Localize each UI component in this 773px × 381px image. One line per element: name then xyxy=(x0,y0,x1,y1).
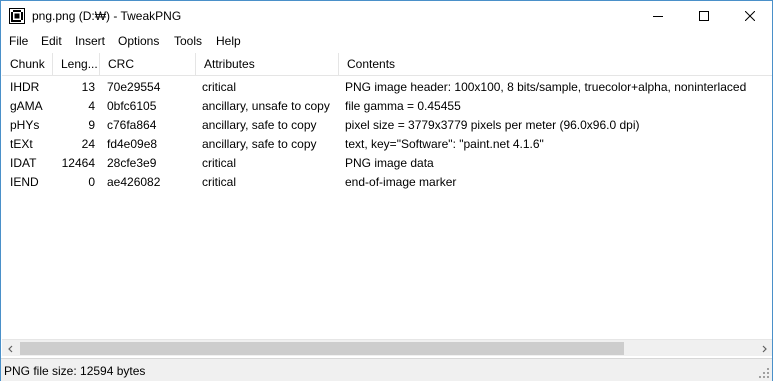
menu-help[interactable]: Help xyxy=(216,34,241,48)
scroll-right-arrow-icon xyxy=(762,345,767,352)
cell-attributes: critical xyxy=(202,80,237,94)
menu-insert[interactable]: Insert xyxy=(75,34,105,48)
scroll-right-button[interactable] xyxy=(755,340,772,357)
column-header-contents[interactable]: Contents xyxy=(339,53,772,76)
maximize-button[interactable] xyxy=(681,1,727,31)
menu-bar: File Edit Insert Options Tools Help xyxy=(1,31,772,51)
tweakpng-app-icon[interactable] xyxy=(9,8,25,24)
cell-crc: 28cfe3e9 xyxy=(107,156,157,170)
menu-options[interactable]: Options xyxy=(118,34,159,48)
cell-chunk: tEXt xyxy=(10,137,33,151)
cell-chunk: IEND xyxy=(10,175,39,189)
cell-length: 9 xyxy=(88,118,95,132)
cell-attributes: ancillary, safe to copy xyxy=(202,137,317,151)
cell-length: 24 xyxy=(81,137,95,151)
cell-chunk: gAMA xyxy=(10,99,43,113)
cell-attributes: ancillary, safe to copy xyxy=(202,118,317,132)
scroll-thumb[interactable] xyxy=(20,342,624,355)
cell-length: 12464 xyxy=(61,156,95,170)
cell-contents: end-of-image marker xyxy=(345,175,457,189)
title-bar[interactable]: png.png (D:₩) - TweakPNG xyxy=(1,1,772,31)
horizontal-scrollbar[interactable] xyxy=(2,339,772,356)
table-row[interactable]: gAMA 4 0bfc6105 ancillary, unsafe to copy fi… xyxy=(2,97,772,116)
menu-tools[interactable]: Tools xyxy=(174,34,202,48)
cell-length: 13 xyxy=(81,80,95,94)
window-title: png.png (D:₩) - TweakPNG xyxy=(32,9,182,23)
cell-crc: fd4e09e8 xyxy=(107,137,158,151)
cell-crc: ae426082 xyxy=(107,175,161,189)
minimize-icon xyxy=(653,16,663,17)
status-bar: PNG file size: 12594 bytes xyxy=(1,358,772,381)
close-button[interactable] xyxy=(727,1,773,31)
cell-chunk: pHYs xyxy=(10,118,40,132)
maximize-icon xyxy=(699,11,709,21)
cell-attributes: ancillary, unsafe to copy xyxy=(202,99,330,113)
table-row[interactable]: IDAT 12464 28cfe3e9 critical PNG image data xyxy=(2,154,772,173)
resize-grip-icon[interactable] xyxy=(758,367,770,379)
cell-crc: c76fa864 xyxy=(107,118,157,132)
scroll-left-arrow-icon xyxy=(7,345,12,352)
cell-contents: text, key="Software": "paint.net 4.1.6" xyxy=(345,137,544,151)
table-row[interactable]: tEXt 24 fd4e09e8 ancillary, safe to copy tex… xyxy=(2,135,772,154)
column-header-chunk[interactable]: Chunk xyxy=(2,53,53,76)
cell-contents: PNG image data xyxy=(345,156,434,170)
cell-attributes: critical xyxy=(202,175,237,189)
minimize-button[interactable] xyxy=(635,1,681,31)
table-row[interactable]: IEND 0 ae426082 critical end-of-image marker xyxy=(2,173,772,192)
app-window: png.png (D:₩) - TweakPNG File Edit Inser… xyxy=(0,0,773,381)
menu-edit[interactable]: Edit xyxy=(41,34,62,48)
cell-length: 0 xyxy=(88,175,95,189)
scroll-left-button[interactable] xyxy=(2,340,19,357)
cell-crc: 0bfc6105 xyxy=(107,99,157,113)
status-text: PNG file size: 12594 bytes xyxy=(4,364,146,378)
cell-length: 4 xyxy=(88,99,95,113)
chunk-list[interactable]: Chunk Leng... CRC Attributes Contents IH… xyxy=(2,53,772,340)
list-header: Chunk Leng... CRC Attributes Contents xyxy=(2,53,772,76)
table-row[interactable]: pHYs 9 c76fa864 ancillary, safe to copy pixe… xyxy=(2,116,772,135)
column-header-length[interactable]: Leng... xyxy=(53,53,100,76)
column-header-crc[interactable]: CRC xyxy=(100,53,196,76)
cell-contents: file gamma = 0.45455 xyxy=(345,99,461,113)
column-header-attributes[interactable]: Attributes xyxy=(196,53,339,76)
cell-contents: pixel size = 3779x3779 pixels per meter … xyxy=(345,118,640,132)
cell-attributes: critical xyxy=(202,156,237,170)
cell-crc: 70e29554 xyxy=(107,80,161,94)
cell-contents: PNG image header: 100x100, 8 bits/sample… xyxy=(345,80,747,94)
menu-file[interactable]: File xyxy=(9,34,28,48)
close-icon xyxy=(745,11,755,21)
table-row[interactable]: IHDR 13 70e29554 critical PNG image header: … xyxy=(2,78,772,97)
cell-chunk: IHDR xyxy=(10,80,40,94)
cell-chunk: IDAT xyxy=(10,156,37,170)
